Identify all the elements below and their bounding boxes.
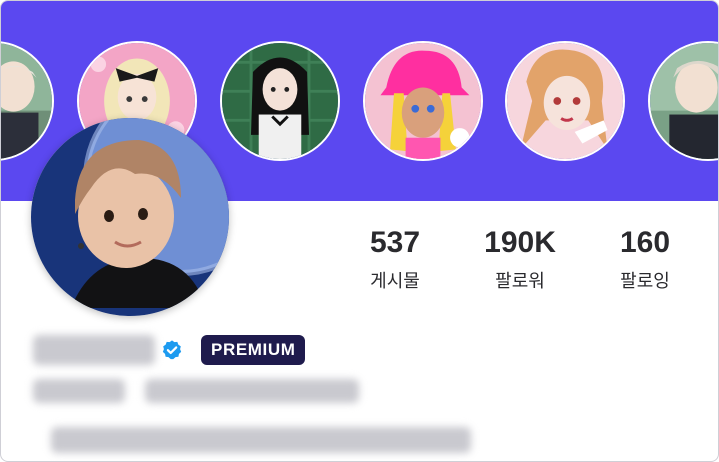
profile-screen: 537 게시물 190K 팔로워 160 팔로잉 PREMIUM [0,0,719,462]
story-avatar-6[interactable] [648,41,718,161]
premium-badge: PREMIUM [201,335,306,365]
story-avatar-1[interactable] [1,41,54,161]
stat-following-value: 160 [619,226,671,259]
stat-following[interactable]: 160 팔로잉 [585,223,705,293]
stat-following-label: 팔로잉 [620,271,670,291]
stat-followers-label: 팔로워 [495,271,545,291]
story-avatar-5[interactable] [505,41,625,161]
stat-posts[interactable]: 537 게시물 [335,223,455,293]
stat-followers-value: 190K [484,226,556,259]
story-avatar-3[interactable] [220,41,340,161]
stat-posts-label: 게시물 [370,271,420,291]
stat-posts-value: 537 [369,226,421,259]
bio-line-2-redacted [51,427,471,453]
bio-line-redacted [145,379,359,403]
profile-avatar[interactable] [31,118,229,316]
verified-check-icon [162,340,182,360]
story-avatar-4[interactable] [363,41,483,161]
stat-followers[interactable]: 190K 팔로워 [460,223,580,293]
handle-redacted [33,379,125,403]
username-redacted [33,335,155,365]
